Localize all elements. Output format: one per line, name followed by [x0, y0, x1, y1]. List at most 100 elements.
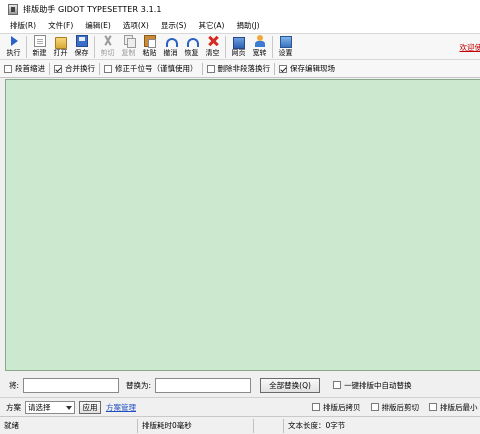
cut-after-label: 排版后剪切 — [381, 402, 420, 412]
scheme-select-value: 请选择 — [28, 402, 51, 412]
play-icon — [8, 35, 20, 47]
redo-button[interactable]: 恢复 — [181, 34, 202, 59]
save-session-label: 保存编辑现场 — [290, 64, 335, 73]
option-delete-breaks[interactable]: 删除非段落换行 — [206, 63, 271, 74]
settings-label: 设置 — [278, 49, 293, 57]
option-save-session[interactable]: 保存编辑现场 — [279, 63, 335, 74]
options-separator — [49, 62, 50, 75]
width-convert-button[interactable]: 宽转 — [249, 34, 270, 59]
menu-bar: 排版(R) 文件(F) 编辑(E) 选项(X) 显示(S) 其它(A) 捐助(J… — [0, 18, 480, 33]
web-page-button[interactable]: 网页 — [228, 34, 249, 59]
options-separator — [201, 62, 203, 75]
replace-bar: 将: 替换为: 全部替换(Q) 一键排版中自动替换 — [0, 375, 480, 395]
minimize-after-option[interactable]: 排版后最小 — [429, 402, 478, 413]
copy-icon — [123, 35, 136, 48]
chevron-down-icon — [66, 405, 72, 410]
settings-button[interactable]: 设置 — [275, 34, 296, 59]
new-label: 新建 — [32, 49, 47, 57]
options-separator — [99, 62, 100, 75]
minimize-after-label: 排版后最小 — [440, 402, 478, 412]
menu-typeset[interactable]: 排版(R) — [4, 20, 42, 31]
copy-after-checkbox[interactable] — [312, 403, 320, 411]
menu-view[interactable]: 显示(S) — [155, 20, 193, 31]
toolbar-separator — [225, 36, 226, 58]
execute-button[interactable]: 执行 — [3, 34, 24, 59]
merge-lines-checkbox[interactable] — [54, 64, 62, 73]
copy-button[interactable]: 复制 — [118, 34, 139, 59]
window-title: 排版助手 GIDOT TYPESETTER 3.1.1 — [23, 4, 162, 14]
cut-button[interactable]: 剪切 — [97, 34, 118, 59]
new-button[interactable]: 新建 — [29, 34, 50, 59]
delete-breaks-checkbox[interactable] — [206, 64, 215, 73]
copy-label: 复制 — [121, 49, 136, 57]
delete-breaks-label: 删除非段落换行 — [217, 64, 271, 73]
menu-other[interactable]: 其它(A) — [192, 20, 230, 31]
scheme-bar: 方案 请选择 应用 方案管理 排版后拷贝 排版后剪切 排版后最小 — [0, 397, 480, 416]
minimize-after-checkbox[interactable] — [429, 403, 437, 411]
auto-replace-label: 一键排版中自动替换 — [344, 380, 412, 390]
status-length: 文本长度：0字节 — [288, 421, 346, 430]
clear-button[interactable]: 清空 — [202, 34, 223, 59]
toolbar-separator — [272, 36, 273, 58]
redo-icon — [186, 35, 199, 47]
paste-label: 粘贴 — [142, 49, 157, 57]
find-label: 将: — [9, 380, 20, 390]
auto-replace-option[interactable]: 一键排版中自动替换 — [333, 380, 412, 391]
find-input[interactable] — [23, 377, 120, 393]
auto-replace-checkbox[interactable] — [333, 381, 342, 389]
status-blank — [254, 418, 284, 433]
toolbar-separator — [94, 36, 95, 58]
apply-button[interactable]: 应用 — [79, 400, 101, 414]
scheme-label: 方案 — [6, 402, 21, 412]
undo-icon — [165, 35, 178, 47]
option-merge-lines[interactable]: 合并换行 — [54, 63, 95, 74]
menu-edit[interactable]: 编辑(E) — [79, 20, 117, 31]
replace-input[interactable] — [155, 377, 252, 393]
menu-donate[interactable]: 捐助(J) — [230, 20, 265, 31]
copy-after-label: 排版后拷贝 — [323, 402, 361, 412]
open-label: 打开 — [53, 49, 68, 57]
replace-label: 替换为: — [126, 380, 152, 390]
save-session-checkbox[interactable] — [279, 64, 287, 73]
scheme-select[interactable]: 请选择 — [25, 400, 75, 414]
toolbar: 执行 新建 打开 保存 剪切 复制 粘贴 撤消 恢复 清空 网页 宽转 设置 欢… — [0, 33, 480, 60]
user-icon — [254, 35, 266, 47]
cut-after-option[interactable]: 排版后剪切 — [370, 402, 420, 413]
save-button[interactable]: 保存 — [71, 34, 92, 59]
status-bar: 就绪 排版耗时0毫秒 文本长度：0字节 — [0, 416, 480, 434]
open-button[interactable]: 打开 — [50, 34, 71, 59]
title-bar: 排版助手 GIDOT TYPESETTER 3.1.1 — [0, 0, 480, 18]
indent-checkbox[interactable] — [4, 64, 12, 73]
status-timing: 排版耗时0毫秒 — [138, 418, 254, 433]
option-indent[interactable]: 段首缩进 — [4, 63, 45, 74]
undo-button[interactable]: 撤消 — [160, 34, 181, 59]
options-bar: 段首缩进 合并换行 修正千位号（谨慎使用） 删除非段落换行 保存编辑现场 — [0, 60, 480, 78]
indent-label: 段首缩进 — [15, 64, 45, 73]
clear-label: 清空 — [205, 49, 220, 57]
fix-thousands-label: 修正千位号（谨慎使用） — [115, 64, 198, 73]
menu-file[interactable]: 文件(F) — [42, 20, 79, 31]
save-label: 保存 — [74, 49, 89, 57]
option-fix-thousands[interactable]: 修正千位号（谨慎使用） — [104, 63, 198, 74]
welcome-link[interactable]: 欢迎使 — [460, 42, 480, 53]
status-state: 就绪 — [0, 418, 138, 433]
scissors-icon — [102, 35, 114, 47]
paste-icon — [143, 35, 156, 48]
clear-icon — [207, 35, 219, 47]
fix-thousands-checkbox[interactable] — [104, 64, 112, 73]
save-icon — [75, 35, 88, 47]
cut-after-checkbox[interactable] — [370, 403, 379, 411]
text-editor[interactable] — [5, 79, 480, 371]
menu-options[interactable]: 选项(X) — [117, 20, 155, 31]
redo-label: 恢复 — [184, 49, 199, 57]
cut-label: 剪切 — [100, 49, 115, 57]
width-convert-label: 宽转 — [252, 49, 267, 57]
paste-button[interactable]: 粘贴 — [139, 34, 160, 59]
options-separator — [274, 62, 275, 75]
replace-all-button[interactable]: 全部替换(Q) — [260, 377, 321, 393]
merge-lines-label: 合并换行 — [65, 64, 95, 73]
web-page-label: 网页 — [231, 49, 246, 57]
copy-after-option[interactable]: 排版后拷贝 — [312, 402, 361, 413]
folder-open-icon — [54, 37, 67, 49]
scheme-manage-link[interactable]: 方案管理 — [106, 402, 136, 413]
